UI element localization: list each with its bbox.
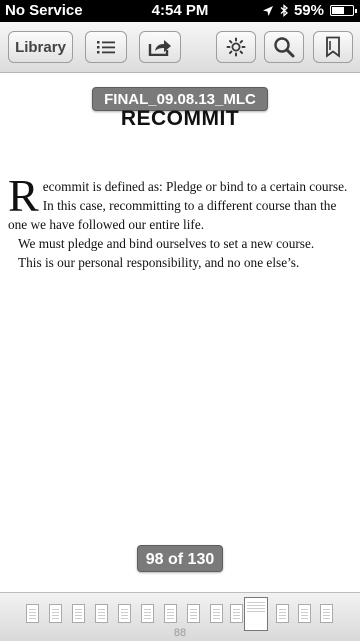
paragraph: We must pledge and bind ourselves to set… bbox=[18, 236, 315, 251]
table-of-contents-button[interactable] bbox=[85, 31, 127, 63]
brightness-icon bbox=[226, 37, 246, 57]
page-thumbnail[interactable] bbox=[49, 604, 62, 623]
bookmark-icon bbox=[326, 36, 340, 58]
page-body[interactable]: Recommit is defined as: Pledge or bind t… bbox=[8, 170, 354, 272]
page-thumbnail[interactable] bbox=[230, 604, 243, 623]
page-thumbnail[interactable] bbox=[164, 604, 177, 623]
battery-icon bbox=[330, 5, 357, 16]
share-button[interactable] bbox=[139, 31, 181, 63]
page-thumbnail[interactable] bbox=[187, 604, 200, 623]
scrubber-page-number: 88 bbox=[173, 627, 187, 639]
library-button[interactable]: Library bbox=[8, 31, 73, 63]
page-thumbnail[interactable] bbox=[118, 604, 131, 623]
page-thumbnail[interactable] bbox=[72, 604, 85, 623]
page-thumbnail[interactable] bbox=[298, 604, 311, 623]
bluetooth-icon bbox=[280, 4, 288, 17]
reader-toolbar: Library bbox=[0, 22, 360, 73]
page-thumbnail[interactable] bbox=[210, 604, 223, 623]
search-icon bbox=[274, 37, 295, 58]
bookmark-button[interactable] bbox=[313, 31, 353, 63]
current-page-thumbnail[interactable] bbox=[244, 597, 268, 631]
share-icon bbox=[148, 40, 171, 56]
paragraph: This is our personal responsibility, and… bbox=[18, 255, 300, 270]
paragraph: Recommit is defined as: Pledge or bind t… bbox=[8, 170, 354, 234]
battery-percent: 59% bbox=[293, 2, 324, 19]
page-thumbnail[interactable] bbox=[141, 604, 154, 623]
location-arrow-icon bbox=[262, 5, 273, 16]
status-bar: No Service 4:54 PM 59% bbox=[0, 0, 360, 22]
drop-cap: R bbox=[8, 170, 39, 221]
page-thumbnail[interactable] bbox=[276, 604, 289, 623]
search-button[interactable] bbox=[264, 31, 304, 63]
list-icon bbox=[97, 41, 115, 54]
paragraph-text: ecommit is defined as: Pledge or bind to… bbox=[8, 179, 348, 232]
page-thumbnail[interactable] bbox=[95, 604, 108, 623]
page-scrubber[interactable]: 88 bbox=[0, 592, 360, 641]
page-indicator: 98 of 130 bbox=[137, 545, 223, 572]
brightness-button[interactable] bbox=[216, 31, 256, 63]
page-thumbnail[interactable] bbox=[320, 604, 333, 623]
status-right: 59% bbox=[262, 2, 357, 19]
chapter-heading: RECOMMIT bbox=[120, 107, 240, 130]
page-thumbnail[interactable] bbox=[26, 604, 39, 623]
